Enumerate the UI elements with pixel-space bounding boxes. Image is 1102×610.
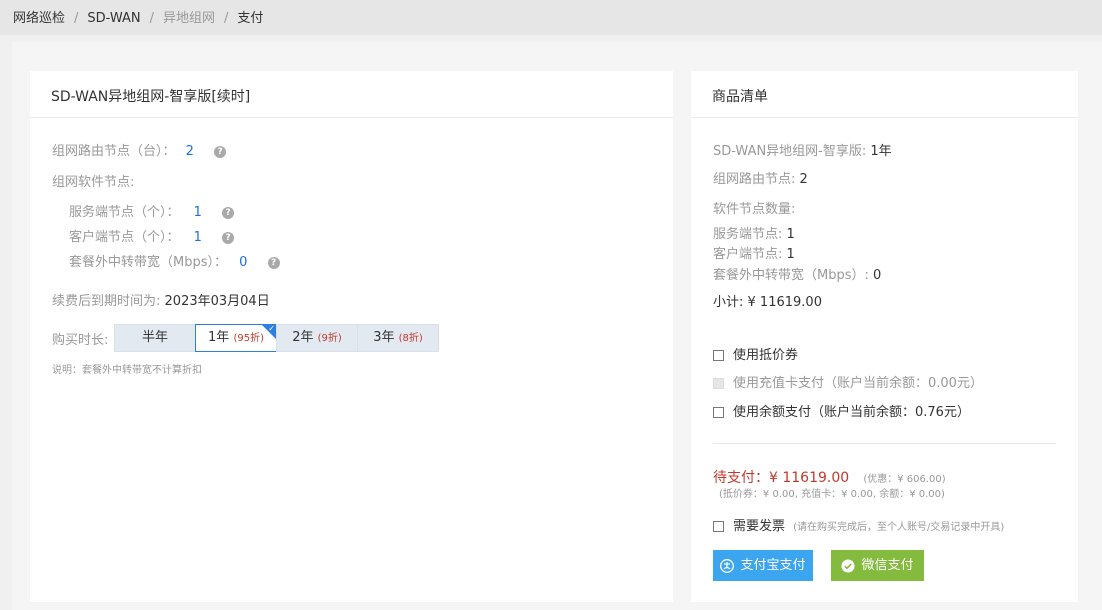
invoice-note: (请在购买完成后，至个人账号/交易记录中开具) — [793, 522, 1005, 533]
duration-option-1-year[interactable]: 1年 (95折) — [195, 316, 277, 352]
subtotal-row: 小计: ¥ 11619.00 — [713, 295, 822, 310]
coupon-checkbox[interactable] — [713, 350, 724, 361]
summary-client-row: 客户端节点: 1 — [713, 247, 795, 262]
discount-amount: (优惠：¥ 606.00) — [863, 474, 946, 485]
recharge-card-option: 使用充值卡支付（账户当前余额：0.00元） — [713, 372, 983, 391]
breadcrumb-item-sdwan[interactable]: SD-WAN — [87, 11, 140, 26]
bandwidth-value: 0 — [239, 255, 248, 270]
recharge-card-checkbox — [713, 378, 724, 389]
order-config-title: SD-WAN异地组网-智享版[续时] — [30, 71, 673, 118]
duration-label: 购买时长: — [52, 333, 109, 348]
help-icon[interactable]: ? — [214, 145, 227, 158]
help-icon[interactable]: ? — [222, 231, 235, 244]
divider — [713, 443, 1056, 444]
balance-checkbox[interactable] — [713, 407, 724, 418]
wechat-pay-button[interactable]: 微信支付 — [831, 550, 924, 581]
client-node-value: 1 — [193, 230, 202, 245]
duration-option-2-year[interactable]: 2年 (9折) — [276, 324, 358, 352]
duration-option-half-year[interactable]: 半年 — [114, 324, 196, 352]
client-node-row: 客户端节点（个）： 1 ? — [69, 226, 235, 245]
summary-software-label: 软件节点数量: — [713, 202, 796, 217]
order-summary-card: 商品清单 SD-WAN异地组网-智享版: 1年 组网路由节点: 2 软件节点数量… — [691, 71, 1078, 602]
breadcrumb-item-network-inspection[interactable]: 网络巡检 — [13, 11, 65, 26]
wechat-icon — [841, 559, 855, 572]
server-node-row: 服务端节点（个）： 1 ? — [69, 201, 235, 220]
order-config-card: SD-WAN异地组网-智享版[续时] 组网路由节点（台）： 2 ? 组网软件节点… — [30, 71, 673, 602]
top-bar: 网络巡检 / SD-WAN / 异地组网 / 支付 — [0, 0, 1102, 35]
client-node-label: 客户端节点（个）： — [69, 230, 180, 245]
coupon-option[interactable]: 使用抵价券 — [713, 344, 798, 363]
discount-note: 说明：套餐外中转带宽不计算折扣 — [52, 365, 202, 376]
breadcrumb: 网络巡检 / SD-WAN / 异地组网 / 支付 — [13, 11, 264, 26]
invoice-option[interactable]: 需要发票 (请在购买完成后，至个人账号/交易记录中开具) — [713, 515, 1004, 534]
pending-amount: ¥ 11619.00 — [769, 470, 850, 486]
router-node-label: 组网路由节点（台）： — [52, 144, 176, 159]
router-node-row: 组网路由节点（台）： 2 ? — [52, 140, 227, 159]
help-icon[interactable]: ? — [267, 256, 280, 269]
duration-option-3-year[interactable]: 3年 (8折) — [357, 324, 439, 352]
balance-option[interactable]: 使用余额支付（账户当前余额：0.76元） — [713, 401, 970, 420]
server-node-value: 1 — [193, 205, 202, 220]
server-node-label: 服务端节点（个）： — [69, 205, 180, 220]
breadcrumb-item-payment: 支付 — [237, 11, 264, 26]
alipay-icon — [720, 558, 735, 573]
software-node-label: 组网软件节点: — [52, 175, 135, 190]
summary-router-row: 组网路由节点: 2 — [713, 172, 808, 187]
help-icon[interactable]: ? — [222, 206, 235, 219]
pending-payment-row: 待支付：¥ 11619.00 (优惠：¥ 606.00) — [713, 470, 946, 486]
bandwidth-label: 套餐外中转带宽（Mbps）： — [69, 255, 227, 270]
deduction-detail: (抵价券：¥ 0.00, 充值卡：¥ 0.00, 余额：¥ 0.00) — [719, 489, 945, 500]
router-node-value: 2 — [185, 144, 194, 159]
alipay-button[interactable]: 支付宝支付 — [713, 550, 813, 581]
summary-server-row: 服务端节点: 1 — [713, 227, 795, 242]
breadcrumb-item-remote-network[interactable]: 异地组网 — [163, 11, 215, 26]
order-summary-title: 商品清单 — [691, 71, 1078, 118]
expire-row: 续费后到期时间为: 2023年03月04日 — [52, 290, 270, 309]
summary-product-row: SD-WAN异地组网-智享版: 1年 — [713, 144, 892, 159]
invoice-checkbox[interactable] — [713, 521, 724, 532]
expire-label: 续费后到期时间为: — [52, 294, 161, 309]
subtotal-value: ¥ 11619.00 — [747, 295, 822, 310]
expire-value: 2023年03月04日 — [164, 294, 270, 309]
bandwidth-row: 套餐外中转带宽（Mbps）： 0 ? — [69, 251, 280, 270]
summary-bandwidth-row: 套餐外中转带宽（Mbps）: 0 — [713, 268, 882, 283]
